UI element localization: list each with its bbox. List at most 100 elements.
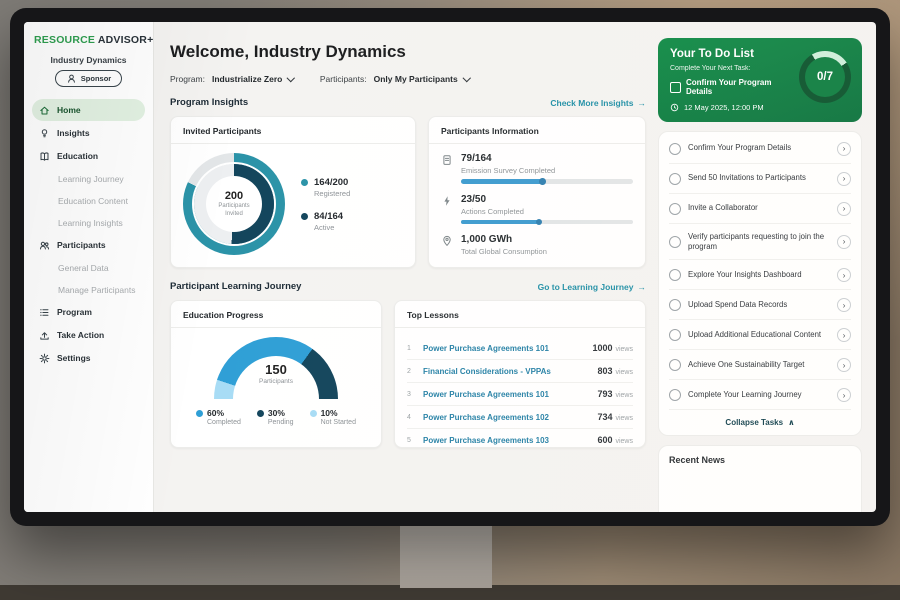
task-row[interactable]: Explore Your Insights Dashboard ›	[669, 260, 851, 290]
chevron-right-icon[interactable]: ›	[837, 268, 851, 282]
brand-logo[interactable]: RESOURCE ADVISOR+	[32, 32, 145, 53]
task-row[interactable]: Invite a Collaborator ›	[669, 194, 851, 224]
participants-select[interactable]: Only My Participants	[374, 74, 470, 84]
lesson-link[interactable]: Power Purchase Agreements 101	[423, 344, 584, 353]
task-list-card: Confirm Your Program Details › Send 50 I…	[658, 131, 862, 436]
sidebar-item-program[interactable]: Program	[32, 301, 145, 323]
progress-fill	[461, 179, 544, 184]
legend-dot-not-started	[310, 410, 317, 417]
sidebar-item-take-action[interactable]: Take Action	[32, 324, 145, 346]
nested-donut: 200 Participants Invited	[183, 153, 285, 255]
learning-journey-header: Participant Learning Journey Go to Learn…	[170, 281, 646, 292]
go-to-learning-journey-link[interactable]: Go to Learning Journey →	[538, 282, 646, 292]
org-name: Industry Dynamics	[32, 55, 145, 65]
task-checkbox[interactable]	[669, 299, 681, 311]
location-pin-icon	[441, 235, 453, 247]
lesson-link[interactable]: Power Purchase Agreements 103	[423, 436, 589, 445]
chevron-right-icon[interactable]: ›	[837, 235, 851, 249]
stat-row: 1,000 GWh Total Global Consumption	[441, 234, 633, 260]
legend-item: 84/164 Active	[301, 211, 350, 232]
check-more-insights-link[interactable]: Check More Insights →	[550, 98, 646, 108]
task-row[interactable]: Upload Additional Educational Content ›	[669, 320, 851, 350]
sponsor-label: Sponsor	[81, 74, 111, 83]
lesson-row: 5 Power Purchase Agreements 103 600views	[407, 429, 633, 451]
chevron-down-icon	[463, 74, 471, 82]
sidebar-item-general-data[interactable]: General Data	[32, 257, 145, 278]
task-checkbox[interactable]	[669, 269, 681, 281]
monitor-stand	[400, 520, 492, 588]
lesson-row: 2 Financial Considerations - VPPAs 803vi…	[407, 360, 633, 383]
sidebar-item-education-content[interactable]: Education Content	[32, 190, 145, 211]
todo-due: 12 May 2025, 12:00 PM	[670, 103, 850, 112]
task-row[interactable]: Verify participants requesting to join t…	[669, 224, 851, 260]
legend-dot-active	[301, 213, 308, 220]
checkbox-icon[interactable]	[670, 82, 681, 93]
task-checkbox[interactable]	[669, 203, 681, 215]
donut-chart: 200 Participants Invited 164/200 Registe	[183, 153, 403, 255]
program-filter-label: Program:	[170, 74, 205, 84]
task-row[interactable]: Achieve One Sustainability Target ›	[669, 350, 851, 380]
chevron-right-icon[interactable]: ›	[837, 298, 851, 312]
sidebar-item-settings[interactable]: Settings	[32, 347, 145, 369]
task-checkbox[interactable]	[669, 173, 681, 185]
card-title: Participants Information	[429, 126, 645, 144]
chevron-right-icon[interactable]: ›	[837, 172, 851, 186]
lesson-row: 3 Power Purchase Agreements 101 793views	[407, 383, 633, 406]
gauge-chart: 150 Participants 60% Completed	[183, 337, 369, 426]
chevron-up-icon: ∧	[788, 418, 795, 427]
task-checkbox[interactable]	[669, 143, 681, 155]
sponsor-badge[interactable]: Sponsor	[55, 70, 122, 87]
task-checkbox[interactable]	[669, 389, 681, 401]
progress-bar	[461, 220, 633, 225]
people-icon	[39, 240, 50, 251]
legend-dot-completed	[196, 410, 203, 417]
brand-secondary: ADVISOR+	[98, 34, 154, 46]
collapse-tasks-link[interactable]: Collapse Tasks ∧	[669, 410, 851, 431]
chevron-right-icon[interactable]: ›	[837, 142, 851, 156]
chevron-right-icon[interactable]: ›	[837, 202, 851, 216]
task-checkbox[interactable]	[669, 236, 681, 248]
sidebar-item-manage-participants[interactable]: Manage Participants	[32, 279, 145, 300]
gear-icon	[39, 353, 50, 364]
survey-icon	[441, 154, 453, 166]
card-title: Top Lessons	[395, 310, 645, 328]
chevron-right-icon[interactable]: ›	[837, 358, 851, 372]
monitor-bezel: RESOURCE ADVISOR+ Industry Dynamics Spon…	[10, 8, 890, 526]
section-title: Participant Learning Journey	[170, 281, 301, 292]
task-checkbox[interactable]	[669, 329, 681, 341]
upload-icon	[39, 330, 50, 341]
sidebar-item-insights[interactable]: Insights	[32, 122, 145, 144]
insights-cards-row: Invited Participants 200 Participants In…	[170, 116, 646, 268]
donut-center: 200 Participants Invited	[206, 176, 262, 232]
lesson-link[interactable]: Financial Considerations - VPPAs	[423, 367, 589, 376]
task-row[interactable]: Upload Spend Data Records ›	[669, 290, 851, 320]
sidebar-item-education[interactable]: Education	[32, 145, 145, 167]
participants-filter-label: Participants:	[320, 74, 367, 84]
lesson-row: 1 Power Purchase Agreements 101 1000view…	[407, 337, 633, 360]
home-icon	[39, 105, 50, 116]
sidebar-item-learning-journey[interactable]: Learning Journey	[32, 168, 145, 189]
lesson-link[interactable]: Power Purchase Agreements 101	[423, 390, 589, 399]
sidebar-item-home[interactable]: Home	[32, 99, 145, 121]
legend-item: 30% Pending	[257, 408, 294, 426]
task-checkbox[interactable]	[669, 359, 681, 371]
list-icon	[39, 307, 50, 318]
program-select[interactable]: Industrialize Zero	[212, 74, 294, 84]
sidebar-item-participants[interactable]: Participants	[32, 234, 145, 256]
chevron-right-icon[interactable]: ›	[837, 388, 851, 402]
sidebar-item-learning-insights[interactable]: Learning Insights	[32, 212, 145, 233]
chevron-down-icon	[287, 74, 295, 82]
lesson-link[interactable]: Power Purchase Agreements 102	[423, 413, 589, 422]
task-row[interactable]: Send 50 Invitations to Participants ›	[669, 164, 851, 194]
arrow-right-icon: →	[638, 98, 647, 108]
stat-row: 23/50 Actions Completed	[441, 194, 633, 225]
card-title: Education Progress	[171, 310, 381, 328]
task-row[interactable]: Confirm Your Program Details ›	[669, 134, 851, 164]
donut-legend: 164/200 Registered 84/164 Active	[301, 177, 350, 232]
photo-background: RESOURCE ADVISOR+ Industry Dynamics Spon…	[0, 0, 900, 600]
bolt-icon	[441, 195, 453, 207]
gauge-legend: 60% Completed 30% Pending	[196, 408, 356, 426]
task-row[interactable]: Complete Your Learning Journey ›	[669, 380, 851, 410]
invited-participants-card: Invited Participants 200 Participants In…	[170, 116, 416, 268]
chevron-right-icon[interactable]: ›	[837, 328, 851, 342]
